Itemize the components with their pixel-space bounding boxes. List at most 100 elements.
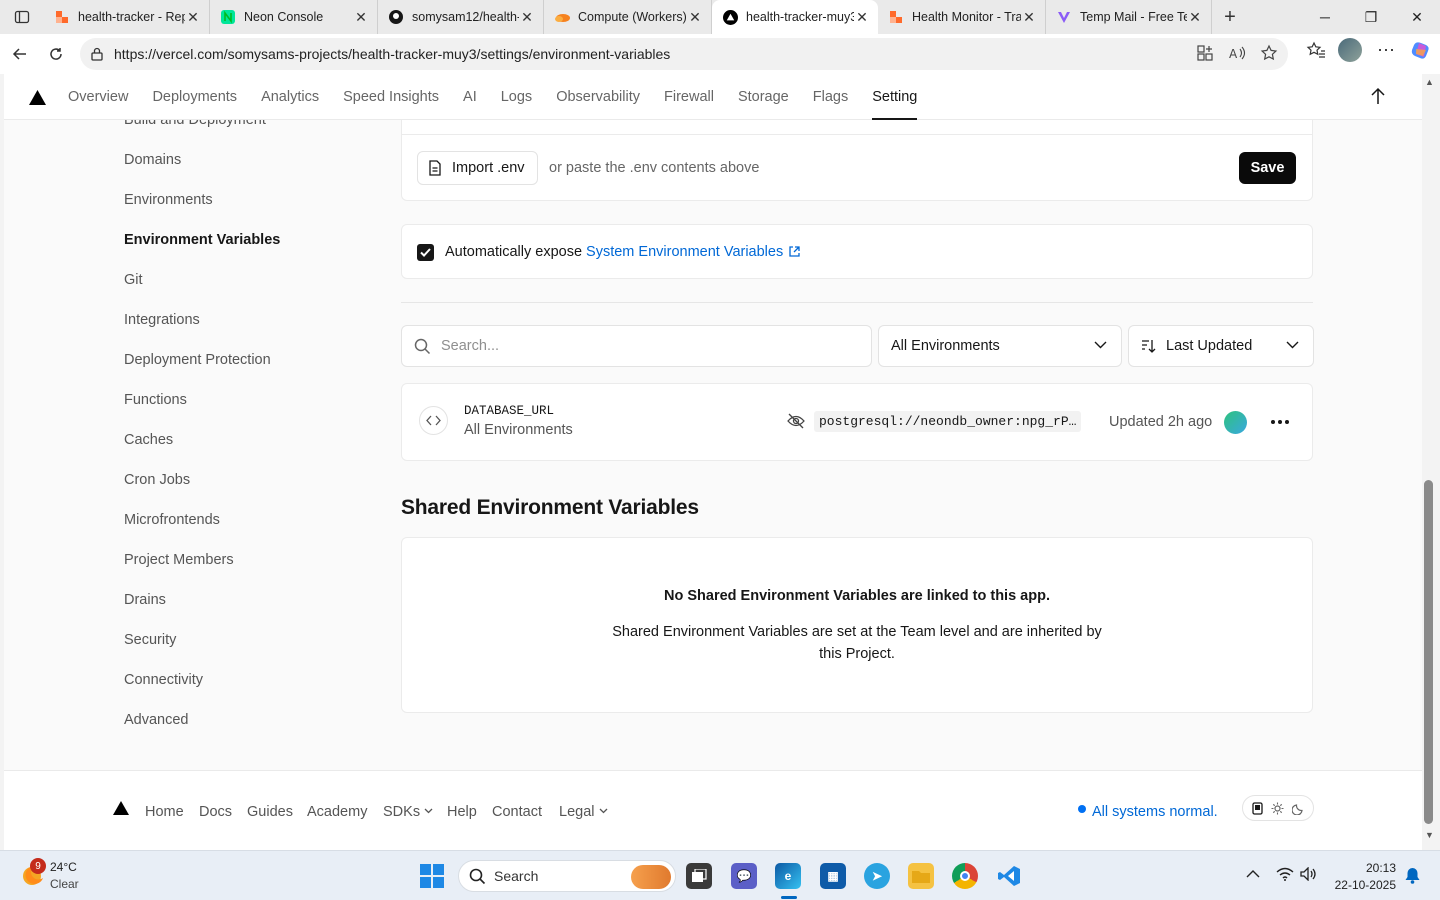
system-env-vars-link[interactable]: System Environment Variables [586,244,783,260]
vercel-footer-logo-icon[interactable] [113,801,129,815]
sidebar-item-domains[interactable]: Domains [124,151,181,169]
tab-settings[interactable]: Setting [860,74,929,120]
teams-chat-icon[interactable]: 💬 [731,863,757,889]
close-tab-icon[interactable]: ✕ [687,9,703,26]
sidebar-item-cron-jobs[interactable]: Cron Jobs [124,471,190,489]
sidebar-item-environments[interactable]: Environments [124,191,213,209]
sidebar-item-connectivity[interactable]: Connectivity [124,671,203,689]
close-tab-icon[interactable]: ✕ [1021,9,1037,26]
footer-link-help[interactable]: Help [447,804,477,820]
import-env-button[interactable]: Import .env [417,151,538,185]
sidebar-item-functions[interactable]: Functions [124,391,187,409]
footer-link-academy[interactable]: Academy [307,804,367,820]
sidebar-item-git[interactable]: Git [124,271,143,289]
dark-theme-icon[interactable] [1292,802,1305,815]
tab-logs[interactable]: Logs [489,74,544,120]
sidebar-item-caches[interactable]: Caches [124,431,173,449]
more-actions-icon[interactable] [1269,411,1291,433]
footer-link-home[interactable]: Home [145,804,184,820]
tab-ai[interactable]: AI [451,74,489,120]
tab-observability[interactable]: Observability [544,74,652,120]
vscode-icon[interactable] [996,863,1022,889]
sidebar-item-drains[interactable]: Drains [124,591,166,609]
favorites-icon[interactable] [1306,40,1326,60]
browser-tab-active[interactable]: health-tracker-muy3 ✕ [712,0,878,34]
site-info-icon[interactable] [90,47,104,61]
chevron-up-icon[interactable] [1246,869,1260,878]
search-box[interactable] [401,325,872,367]
save-button[interactable]: Save [1239,152,1296,184]
scroll-up-icon[interactable]: ▲ [1425,77,1434,87]
weather-icon[interactable]: 9 [18,858,46,888]
taskbar-search-box[interactable]: Search [458,860,676,892]
volume-icon[interactable] [1300,867,1318,881]
system-status-link[interactable]: All systems normal. [1092,804,1218,820]
browser-tab[interactable]: Health Monitor - Tra ✕ [878,0,1046,34]
profile-avatar[interactable] [1338,38,1362,62]
footer-link-docs[interactable]: Docs [199,804,232,820]
close-tab-icon[interactable]: ✕ [854,9,870,26]
tab-actions-icon[interactable] [0,0,44,34]
close-window-icon[interactable]: ✕ [1394,0,1440,34]
search-input[interactable] [441,338,841,354]
favorite-star-icon[interactable] [1260,44,1278,62]
sidebar-item-microfrontends[interactable]: Microfrontends [124,511,220,529]
tab-flags[interactable]: Flags [801,74,860,120]
eye-off-icon[interactable] [787,413,805,429]
close-tab-icon[interactable]: ✕ [185,9,201,26]
browser-tab[interactable]: Temp Mail - Free Te ✕ [1046,0,1212,34]
sidebar-item-environment-variables[interactable]: Environment Variables [124,231,280,249]
vercel-logo-icon[interactable] [29,90,46,105]
external-link-icon[interactable] [789,246,800,257]
tab-speed-insights[interactable]: Speed Insights [331,74,451,120]
footer-link-guides[interactable]: Guides [247,804,293,820]
app-available-icon[interactable] [1196,44,1214,62]
tab-analytics[interactable]: Analytics [249,74,331,120]
sidebar-item-advanced[interactable]: Advanced [124,711,189,729]
edge-browser-icon[interactable]: e [775,863,801,889]
tab-overview[interactable]: Overview [56,74,140,120]
refresh-icon[interactable] [38,38,74,70]
new-tab-icon[interactable]: + [1212,0,1248,34]
browser-tab[interactable]: somysam12/health- ✕ [378,0,544,34]
close-tab-icon[interactable]: ✕ [1187,9,1203,26]
env-var-name[interactable]: DATABASE_URL [464,404,554,418]
expose-system-vars-checkbox[interactable] [417,244,434,261]
close-tab-icon[interactable]: ✕ [353,9,369,26]
copilot-icon[interactable] [1410,39,1432,61]
chrome-icon[interactable] [952,863,978,889]
telegram-icon[interactable]: ➤ [864,863,890,889]
browser-tab[interactable]: Compute (Workers) ✕ [544,0,712,34]
scroll-down-icon[interactable]: ▼ [1425,830,1434,840]
sort-select[interactable]: Last Updated [1128,325,1314,367]
start-icon[interactable] [420,864,444,888]
scrollbar-thumb[interactable] [1424,480,1433,824]
task-view-icon[interactable] [686,863,712,889]
tab-storage[interactable]: Storage [726,74,801,120]
browser-tab[interactable]: Neon Console ✕ [210,0,378,34]
browser-tab[interactable]: health-tracker - Rep ✕ [44,0,210,34]
tab-firewall[interactable]: Firewall [652,74,726,120]
back-icon[interactable] [2,38,38,70]
ms-store-icon[interactable]: ▦ [820,863,846,889]
footer-link-legal[interactable]: Legal [559,804,608,820]
restore-icon[interactable]: ❐ [1348,0,1394,34]
read-aloud-icon[interactable]: A [1228,44,1246,62]
environment-select[interactable]: All Environments [878,325,1122,367]
footer-link-sdks[interactable]: SDKs [383,804,433,820]
minimize-icon[interactable]: ─ [1302,0,1348,34]
page-scrollbar[interactable]: ▲ ▼ [1422,74,1440,850]
sidebar-item-security[interactable]: Security [124,631,176,649]
sidebar-item-project-members[interactable]: Project Members [124,551,234,569]
scroll-to-top-icon[interactable] [1370,87,1386,105]
light-theme-icon[interactable] [1271,802,1284,815]
env-var-value[interactable]: postgresql://neondb_owner:npg_rP… [814,411,1081,432]
footer-link-contact[interactable]: Contact [492,804,542,820]
wifi-icon[interactable] [1276,867,1294,881]
notification-bell-icon[interactable] [1405,867,1420,884]
sidebar-item-deployment-protection[interactable]: Deployment Protection [124,351,271,369]
system-theme-icon[interactable] [1251,801,1264,815]
url-field[interactable]: https://vercel.com/somysams-projects/hea… [80,38,1288,70]
more-menu-icon[interactable]: ⋯ [1374,40,1398,61]
sidebar-item-integrations[interactable]: Integrations [124,311,200,329]
